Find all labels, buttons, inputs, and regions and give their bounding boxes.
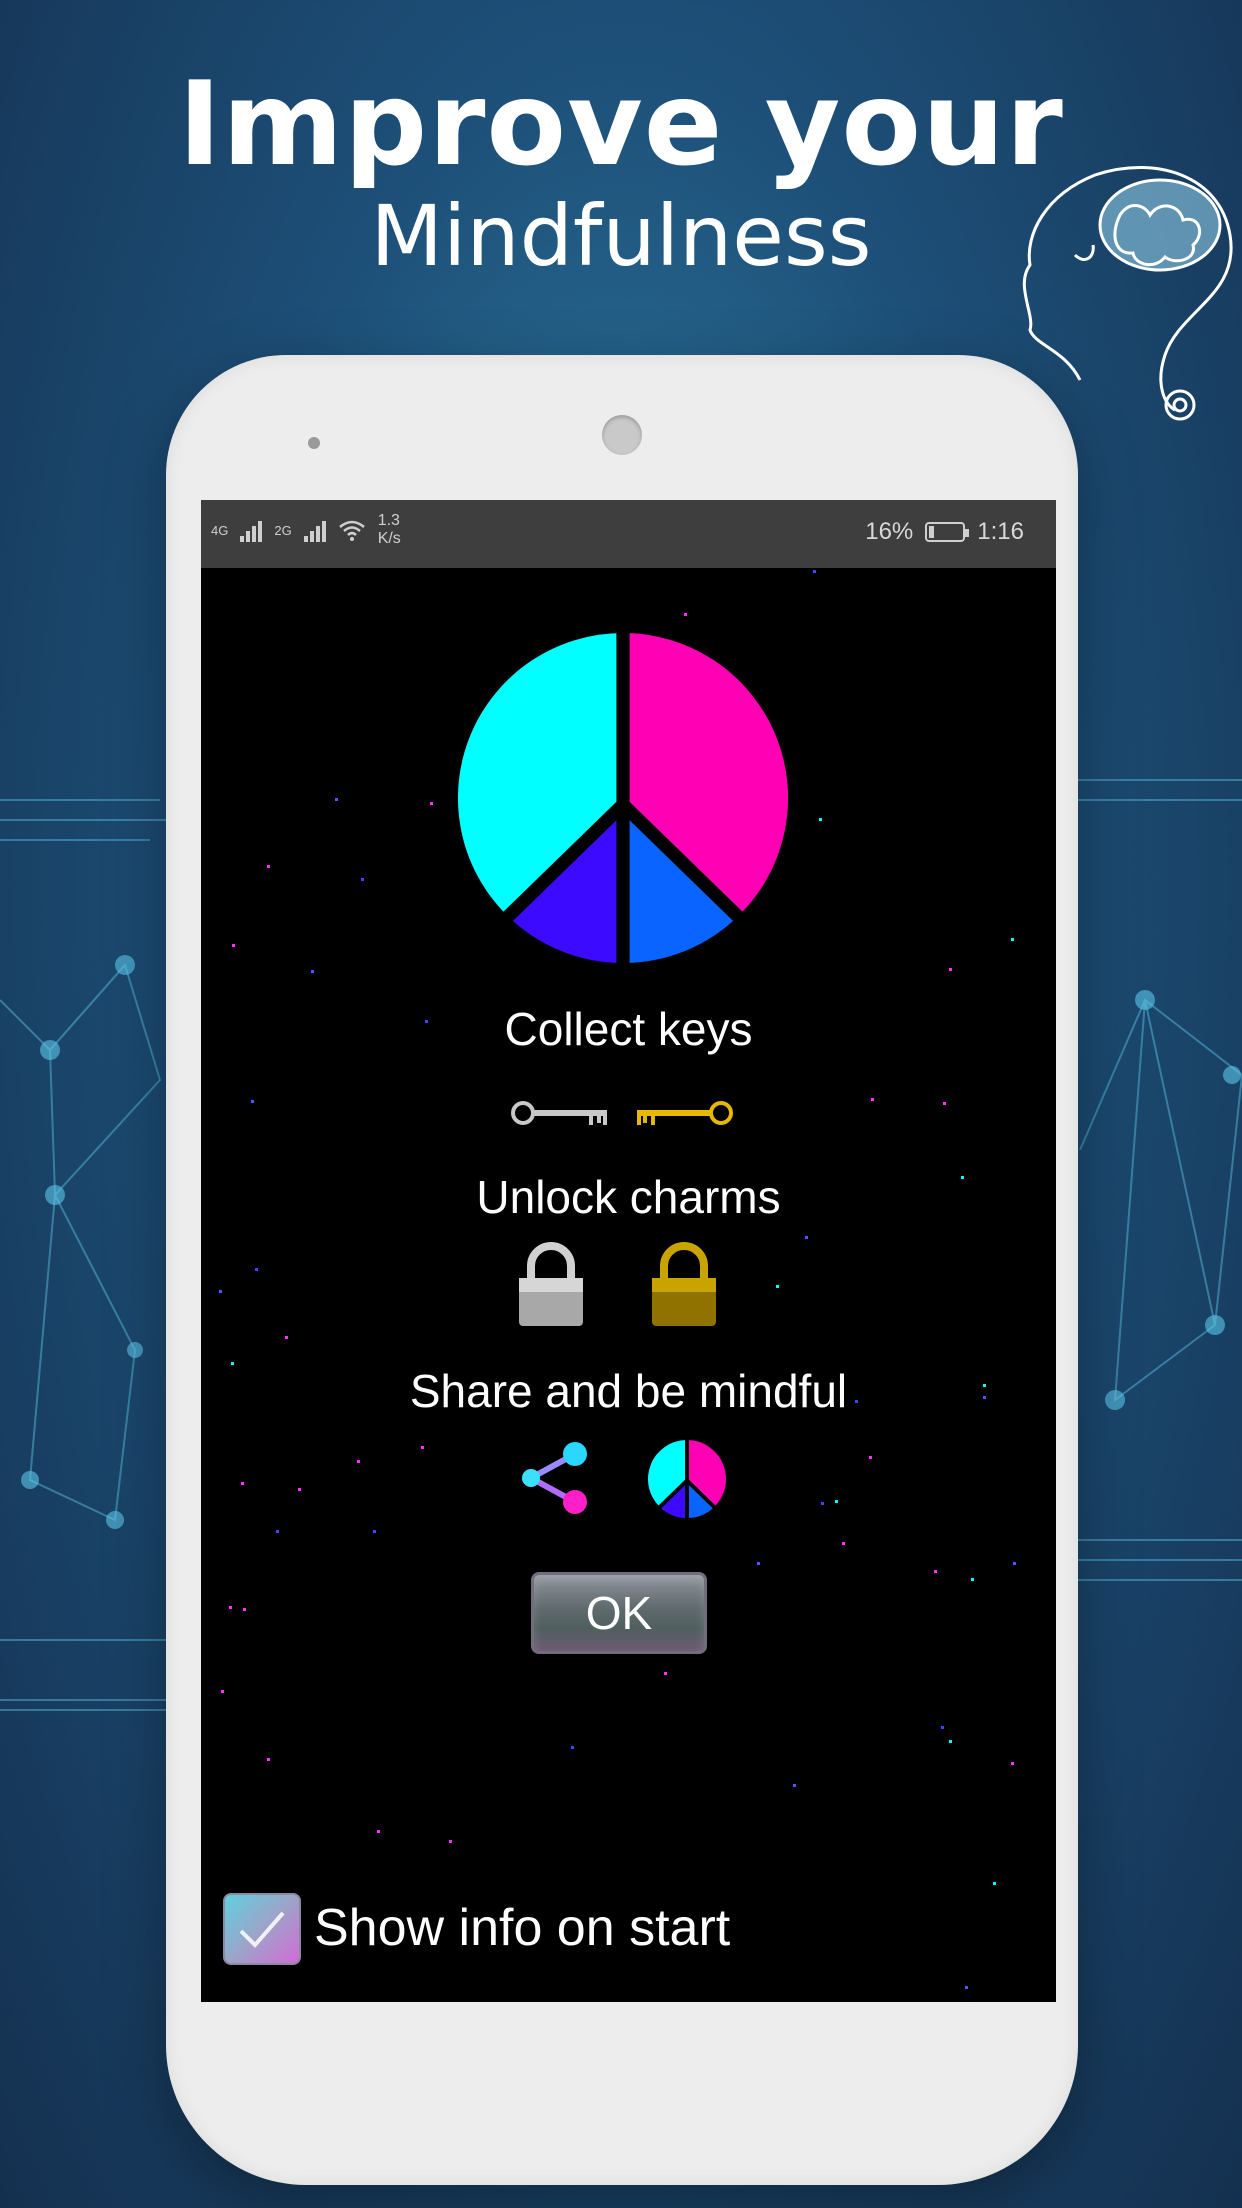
battery-percent: 16% (865, 518, 914, 545)
silver-key-icon (511, 1101, 607, 1125)
checkmark-icon (239, 1911, 285, 1948)
unlock-charms-text: Unlock charms (476, 1171, 781, 1223)
network-speed: 1.3 K/s (378, 512, 401, 548)
peace-sign-icon (458, 633, 788, 963)
network-speed-value: 1.3 (377, 512, 400, 529)
app-screen: 4G 2G 1.3 K/s 16% 1:16 Collect keys Unlo… (201, 500, 1056, 2002)
battery-icon (925, 522, 970, 542)
show-info-checkbox[interactable] (223, 1893, 301, 1965)
status-left: 4G 2G 1.3 K/s (211, 512, 401, 548)
signal-icon-2 (303, 518, 326, 542)
ok-button[interactable]: OK (531, 1572, 707, 1654)
clock: 1:16 (977, 518, 1024, 545)
wifi-icon (338, 520, 365, 541)
gold-key-icon (637, 1101, 733, 1125)
status-bar: 4G 2G 1.3 K/s 16% 1:16 (201, 500, 1056, 568)
network-label-4g: 4G (211, 522, 229, 538)
share-text: Share and be mindful (409, 1365, 848, 1417)
network-speed-unit: K/s (377, 530, 401, 547)
phone-sensor (308, 437, 320, 449)
collect-keys-text: Collect keys (504, 1003, 753, 1055)
network-label-2g: 2G (274, 522, 292, 538)
signal-icon (240, 518, 263, 542)
show-info-label: Show info on start (314, 1899, 731, 1957)
gold-lock-icon (652, 1242, 716, 1326)
status-right: 16% 1:16 (865, 518, 1024, 546)
share-icon[interactable] (517, 1440, 593, 1516)
peace-sign-small-icon[interactable] (648, 1440, 726, 1518)
silver-lock-icon (519, 1242, 583, 1326)
phone-camera (602, 415, 642, 455)
